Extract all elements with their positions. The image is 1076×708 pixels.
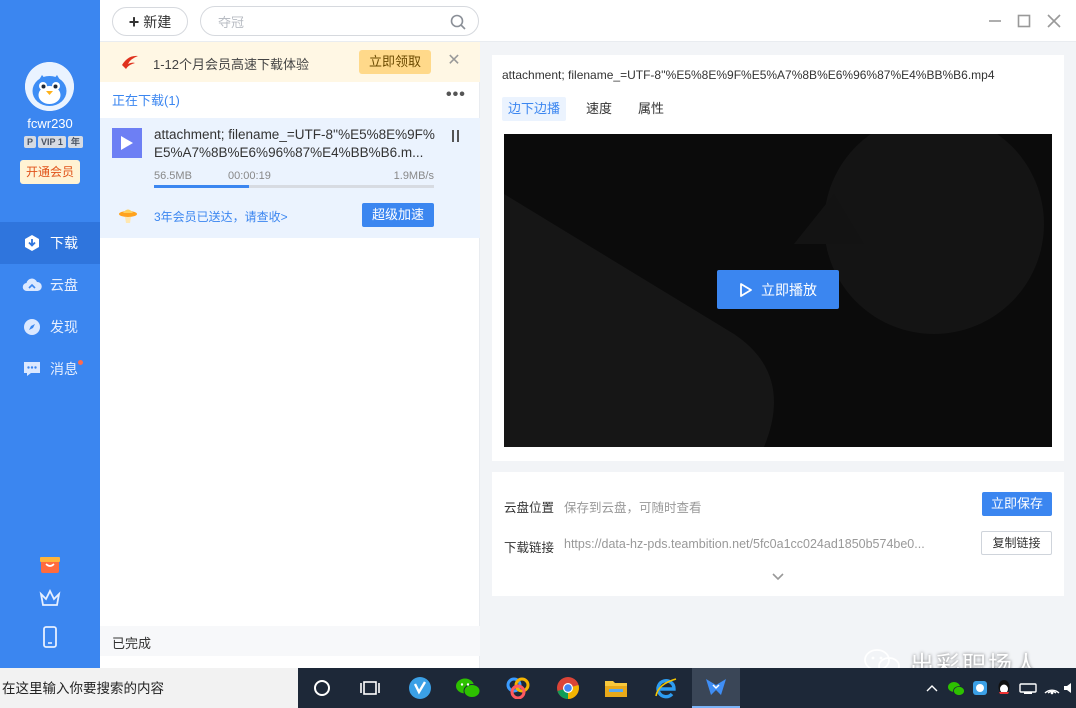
windows-taskbar — [0, 668, 1076, 708]
maximize-icon[interactable] — [1015, 12, 1033, 30]
sidebar-nav: 下载 云盘 发现 消息 — [0, 222, 100, 390]
qq-icon[interactable] — [994, 678, 1014, 698]
sidebar-item-label: 云盘 — [50, 277, 78, 293]
cloud-icon — [22, 275, 42, 295]
sidebar-item-label: 消息 — [50, 361, 78, 377]
sidebar-item-discover[interactable]: 发现 — [0, 306, 100, 348]
task-progress-bar — [154, 185, 434, 188]
task-file-name: attachment; filename_=UTF-8''%E5%8E%9F%E… — [154, 127, 435, 160]
taskbar-search-input[interactable] — [0, 678, 290, 698]
show-hidden-icons-icon[interactable] — [922, 678, 942, 698]
compass-icon — [22, 317, 42, 337]
sidebar-item-messages[interactable]: 消息 — [0, 348, 100, 390]
file-info-panel: 云盘位置 保存到云盘，可随时查看 立即保存 下载链接 https://data-… — [492, 472, 1064, 596]
video-preview[interactable]: 立即播放 — [504, 134, 1052, 447]
sidebar: fcwr230 P VIP 1 年 开通会员 下载 云盘 发现 消息 — [0, 0, 100, 668]
cloud-location-value: 保存到云盘，可随时查看 — [564, 501, 702, 515]
network-icon[interactable] — [1042, 678, 1062, 698]
new-task-label: 新建 — [143, 13, 172, 30]
top-bar: + 新建 — [100, 0, 1076, 42]
mobile-icon[interactable] — [38, 625, 62, 649]
sidebar-item-cloud[interactable]: 云盘 — [0, 264, 100, 306]
detail-tabs: 边下边播 速度 属性 — [502, 97, 684, 121]
tray-app-icon[interactable] — [970, 678, 990, 698]
play-icon[interactable] — [112, 128, 142, 158]
plus-icon: + — [128, 11, 140, 32]
search-icon[interactable] — [450, 14, 466, 30]
baidu-netdisk-icon[interactable] — [494, 668, 542, 708]
detail-file-title: attachment; filename_=UTF-8''%E5%8E%9F%E… — [502, 68, 995, 82]
close-icon[interactable] — [1045, 12, 1063, 30]
promo-close-icon[interactable]: ✕ — [446, 53, 462, 69]
tab-speed[interactable]: 速度 — [580, 97, 618, 121]
username: fcwr230 — [27, 116, 73, 131]
download-list-panel: 1-12个月会员高速下载体验 立即领取 ✕ 正在下载(1) ••• attach… — [100, 42, 480, 668]
super-boost-button[interactable]: 超级加速 — [362, 203, 434, 227]
sidebar-item-label: 发现 — [50, 319, 78, 335]
minimize-icon[interactable] — [986, 12, 1004, 30]
sidebar-item-label: 下载 — [50, 235, 78, 251]
taskbar-search-box — [0, 668, 298, 708]
more-options-icon[interactable]: ••• — [446, 86, 466, 104]
new-task-button[interactable]: + 新建 — [112, 7, 188, 36]
search-box — [200, 6, 479, 36]
vip-badges: P VIP 1 年 — [24, 136, 83, 148]
task-speed: 1.9MB/s — [393, 170, 434, 182]
unread-dot — [78, 360, 83, 365]
app-v-icon[interactable] — [396, 668, 444, 708]
wechat-icon[interactable] — [444, 668, 492, 708]
completed-header: 已完成 — [112, 636, 152, 651]
cloud-location-label: 云盘位置 — [504, 501, 555, 515]
thunder-downloader-icon[interactable] — [692, 668, 740, 708]
ufo-gift-icon — [118, 205, 138, 225]
copy-link-button[interactable]: 复制链接 — [981, 531, 1052, 555]
download-task-item[interactable]: attachment; filename_=UTF-8''%E5%8E%9F%E… — [100, 118, 480, 238]
device-icon[interactable] — [1018, 678, 1038, 698]
claim-now-button[interactable]: 立即领取 — [359, 50, 431, 74]
gift-box-icon[interactable] — [38, 551, 62, 575]
cortana-icon[interactable] — [298, 668, 346, 708]
task-view-icon[interactable] — [346, 668, 394, 708]
download-link-label: 下载链接 — [504, 541, 555, 555]
promo-banner: 1-12个月会员高速下载体验 立即领取 ✕ — [100, 42, 480, 82]
pause-icon[interactable] — [448, 130, 462, 144]
download-link-value[interactable]: https://data-hz-pds.teambition.net/5fc0a… — [564, 537, 949, 551]
sidebar-item-download[interactable]: 下载 — [0, 222, 100, 264]
chrome-icon[interactable] — [544, 668, 592, 708]
download-icon — [22, 233, 42, 253]
play-now-label: 立即播放 — [761, 281, 817, 298]
task-size: 56.5MB — [154, 170, 192, 182]
task-progress-fill — [154, 185, 250, 188]
promo-text: 1-12个月会员高速下载体验 — [153, 57, 310, 72]
tab-properties[interactable]: 属性 — [632, 97, 670, 121]
message-icon — [22, 359, 42, 379]
downloading-header[interactable]: 正在下载(1) — [112, 90, 180, 109]
internet-explorer-icon[interactable] — [642, 668, 690, 708]
play-icon — [740, 282, 752, 297]
speed-bird-icon — [120, 52, 140, 77]
chevron-down-icon[interactable] — [771, 569, 785, 581]
search-input[interactable] — [216, 12, 436, 32]
save-now-button[interactable]: 立即保存 — [982, 492, 1052, 516]
detail-panel: attachment; filename_=UTF-8''%E5%8E%9F%E… — [492, 55, 1064, 461]
tab-play-while-download[interactable]: 边下边播 — [502, 97, 567, 121]
open-vip-button[interactable]: 开通会员 — [20, 160, 80, 184]
file-explorer-icon[interactable] — [592, 668, 640, 708]
task-elapsed: 00:00:19 — [228, 170, 271, 182]
vip-badge-p: P — [24, 136, 37, 148]
crown-icon[interactable] — [38, 586, 62, 610]
vip-gift-text[interactable]: 3年会员已送达，请查收> — [154, 208, 288, 225]
vip-badge-year: 年 — [67, 136, 83, 148]
vip-badge-level: VIP 1 — [38, 136, 66, 148]
play-now-button[interactable]: 立即播放 — [717, 270, 839, 309]
completed-section[interactable]: 已完成 — [100, 626, 480, 656]
tray-wechat-icon[interactable] — [946, 678, 966, 698]
user-avatar[interactable] — [25, 62, 74, 111]
volume-icon[interactable] — [1062, 678, 1076, 698]
